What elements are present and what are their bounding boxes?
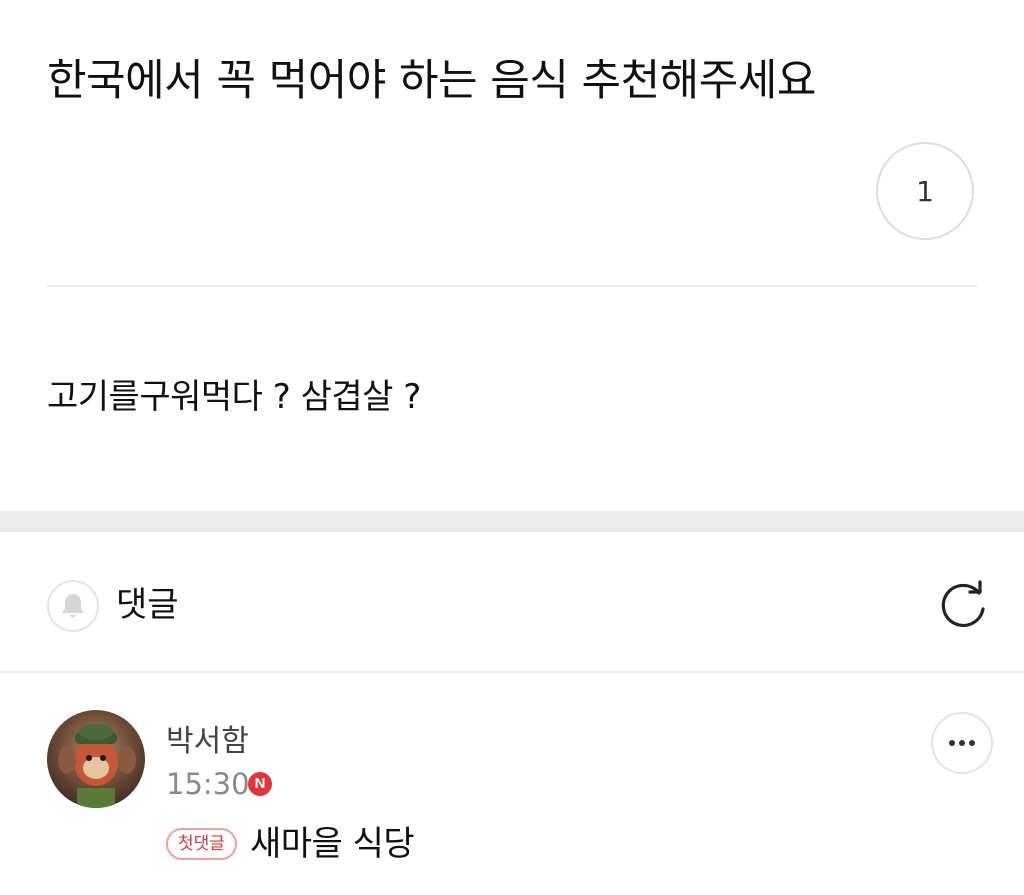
more-options-button[interactable] [931, 712, 993, 774]
avatar[interactable] [47, 710, 145, 808]
comment-text: 새마을 식당 [250, 824, 415, 864]
new-badge: N [248, 772, 272, 796]
divider [0, 671, 1024, 673]
comment-time: 15:30 [166, 767, 250, 801]
refresh-icon [941, 580, 985, 627]
like-count-button[interactable]: 1 [876, 142, 974, 240]
first-comment-badge: 첫댓글 [166, 828, 237, 860]
comments-label: 댓글 [116, 585, 179, 625]
refresh-button[interactable] [936, 578, 992, 634]
post-body: 고기를구워먹다 ? 삼겹살 ? [47, 377, 421, 417]
divider [47, 285, 977, 287]
section-separator [0, 511, 1024, 532]
bell-icon [62, 594, 84, 618]
notify-button[interactable] [47, 580, 99, 632]
like-count: 1 [916, 174, 934, 208]
more-dots-icon [949, 740, 975, 746]
comment-author[interactable]: 박서함 [166, 722, 249, 762]
post-title: 한국에서 꼭 먹어야 하는 음식 추천해주세요 [47, 56, 816, 106]
